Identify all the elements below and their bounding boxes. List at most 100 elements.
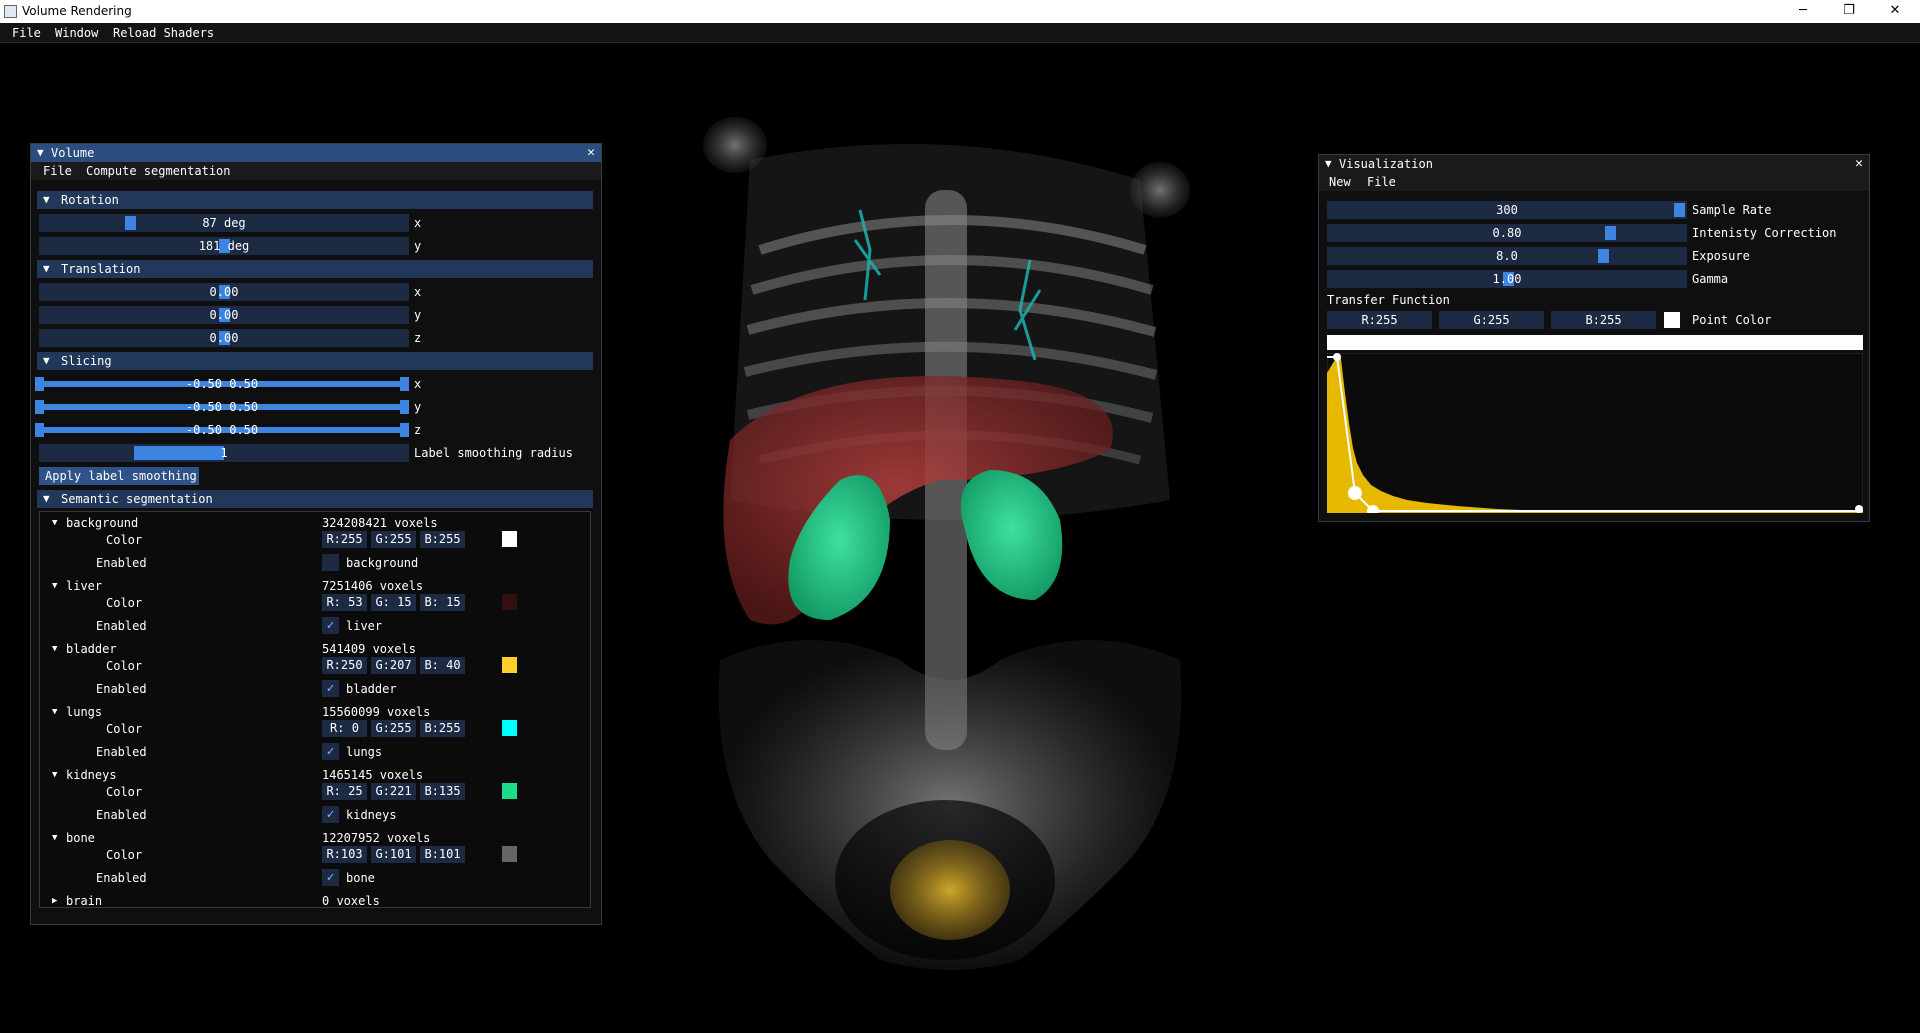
color-b-input[interactable]: B:135 xyxy=(420,783,465,800)
translation-y-label: y xyxy=(414,308,422,322)
menu-file[interactable]: File xyxy=(12,26,41,40)
segment-label-bladder: ▼ bladder 541409 voxels Color R:250 G:20… xyxy=(40,642,590,705)
color-g-input[interactable]: G:221 xyxy=(371,783,416,800)
control-point[interactable] xyxy=(1855,505,1863,513)
rotation-x-slider[interactable]: 87 deg xyxy=(39,214,409,232)
label-smoothing-radius-slider[interactable]: 1 xyxy=(39,444,409,462)
color-swatch[interactable] xyxy=(502,783,517,799)
segment-label-liver: ▼ liver 7251406 voxels Color R: 53 G: 15… xyxy=(40,579,590,642)
visualization-menu-file[interactable]: File xyxy=(1367,175,1396,189)
color-g-input[interactable]: G:101 xyxy=(371,846,416,863)
slicing-y-range-slider[interactable]: -0.50 0.50 xyxy=(35,398,409,416)
color-swatch[interactable] xyxy=(502,657,517,673)
color-r-input[interactable]: R: 25 xyxy=(322,783,367,800)
segmentation-list[interactable]: ▼ background 324208421 voxels Color R:25… xyxy=(39,511,591,908)
enabled-checkbox[interactable]: ✓ xyxy=(322,869,339,886)
translation-header[interactable]: ▼ Translation xyxy=(37,260,593,278)
minimize-button[interactable]: ─ xyxy=(1780,0,1826,23)
collapse-triangle-icon: ▼ xyxy=(43,354,50,367)
expand-triangle-icon[interactable]: ▼ xyxy=(52,518,57,528)
color-r-input[interactable]: R:103 xyxy=(322,846,367,863)
enabled-checkbox[interactable] xyxy=(322,554,339,571)
visualization-menu-bar: New File xyxy=(1319,173,1869,191)
close-window-button[interactable]: ✕ xyxy=(1872,0,1918,23)
color-g-input[interactable]: G:207 xyxy=(371,657,416,674)
expand-triangle-icon[interactable]: ▼ xyxy=(52,707,57,717)
segment-label-bone: ▼ bone 12207952 voxels Color R:103 G:101… xyxy=(40,831,590,894)
sample-rate-label: Sample Rate xyxy=(1692,203,1772,217)
volume-menu-file[interactable]: File xyxy=(43,164,72,178)
expand-triangle-icon[interactable]: ▼ xyxy=(52,833,57,843)
collapse-triangle-icon: ▼ xyxy=(43,262,50,275)
color-b-input[interactable]: B: 40 xyxy=(420,657,465,674)
enabled-checkbox[interactable]: ✓ xyxy=(322,806,339,823)
transfer-function-label: Transfer Function xyxy=(1327,293,1450,307)
enabled-checkbox[interactable]: ✓ xyxy=(322,743,339,760)
gamma-slider[interactable]: 1.00 xyxy=(1327,270,1687,288)
slicing-y-label: y xyxy=(414,400,422,414)
color-swatch[interactable] xyxy=(502,531,517,547)
transfer-function-gradient-bar[interactable] xyxy=(1327,335,1863,350)
color-r-input[interactable]: R:255 xyxy=(322,531,367,548)
color-swatch[interactable] xyxy=(502,594,517,610)
color-g-input[interactable]: G: 15 xyxy=(371,594,416,611)
maximize-button[interactable]: ❐ xyxy=(1826,0,1872,23)
segment-label-lungs: ▼ lungs 15560099 voxels Color R: 0 G:255… xyxy=(40,705,590,768)
slicing-z-label: z xyxy=(414,423,422,437)
histogram-background xyxy=(1327,353,1863,513)
intensity-correction-slider[interactable]: 0.80 xyxy=(1327,224,1687,242)
point-color-label: Point Color xyxy=(1692,313,1772,327)
expand-triangle-icon[interactable]: ▼ xyxy=(52,581,57,591)
control-point[interactable] xyxy=(1333,353,1341,361)
point-color-swatch[interactable] xyxy=(1664,312,1680,328)
close-icon[interactable]: ✕ xyxy=(587,145,595,160)
color-b-input[interactable]: B: 15 xyxy=(420,594,465,611)
color-r-input[interactable]: R: 0 xyxy=(322,720,367,737)
control-point[interactable] xyxy=(1348,486,1362,500)
color-r-input[interactable]: R:250 xyxy=(322,657,367,674)
color-b-input[interactable]: B:255 xyxy=(420,531,465,548)
apply-label-smoothing-button[interactable]: Apply label smoothing xyxy=(39,467,199,485)
color-b-input[interactable]: B:255 xyxy=(420,720,465,737)
point-color-b-input[interactable]: B:255 xyxy=(1551,311,1656,329)
expand-triangle-icon[interactable]: ▼ xyxy=(52,770,57,780)
translation-y-slider[interactable]: 0.00 xyxy=(39,306,409,324)
color-r-input[interactable]: R: 53 xyxy=(322,594,367,611)
expand-triangle-icon[interactable]: ▼ xyxy=(52,644,57,654)
main-menu-bar: File Window Reload Shaders xyxy=(0,23,1920,43)
close-icon[interactable]: ✕ xyxy=(1855,156,1863,171)
color-g-input[interactable]: G:255 xyxy=(371,531,416,548)
enabled-checkbox[interactable]: ✓ xyxy=(322,617,339,634)
visualization-menu-new[interactable]: New xyxy=(1329,175,1351,189)
enabled-checkbox[interactable]: ✓ xyxy=(322,680,339,697)
slicing-z-range-slider[interactable]: -0.50 0.50 xyxy=(35,421,409,439)
translation-x-slider[interactable]: 0.00 xyxy=(39,283,409,301)
expand-triangle-icon[interactable]: ▶ xyxy=(52,896,57,906)
color-g-input[interactable]: G:255 xyxy=(371,720,416,737)
rotation-y-slider[interactable]: 181 deg xyxy=(39,237,409,255)
label-smoothing-radius-label: Label smoothing radius xyxy=(414,446,573,460)
point-color-r-input[interactable]: R:255 xyxy=(1327,311,1432,329)
rotation-header[interactable]: ▼ Rotation xyxy=(37,191,593,209)
collapse-triangle-icon[interactable]: ▼ xyxy=(37,146,44,159)
menu-reload-shaders[interactable]: Reload Shaders xyxy=(113,26,214,40)
color-b-input[interactable]: B:101 xyxy=(420,846,465,863)
volume-panel-title-bar[interactable]: ▼ Volume ✕ xyxy=(31,144,601,162)
collapse-triangle-icon[interactable]: ▼ xyxy=(1325,157,1332,170)
semantic-segmentation-header[interactable]: ▼ Semantic segmentation xyxy=(37,490,593,508)
menu-window[interactable]: Window xyxy=(55,26,98,40)
point-color-g-input[interactable]: G:255 xyxy=(1439,311,1544,329)
color-swatch[interactable] xyxy=(502,846,517,862)
volume-panel-title: Volume xyxy=(51,146,95,160)
slicing-header[interactable]: ▼ Slicing xyxy=(37,352,593,370)
visualization-panel-title-bar[interactable]: ▼ Visualization ✕ xyxy=(1319,155,1869,173)
translation-z-slider[interactable]: 0.00 xyxy=(39,329,409,347)
exposure-slider[interactable]: 8.0 xyxy=(1327,247,1687,265)
transfer-function-histogram[interactable] xyxy=(1327,353,1863,513)
volume-render-viewport[interactable] xyxy=(690,100,1210,1000)
sample-rate-slider[interactable]: 300 xyxy=(1327,201,1687,219)
volume-menu-compute-segmentation[interactable]: Compute segmentation xyxy=(86,164,231,178)
slicing-x-range-slider[interactable]: -0.50 0.50 xyxy=(35,375,409,393)
color-swatch[interactable] xyxy=(502,720,517,736)
slicing-x-label: x xyxy=(414,377,422,391)
